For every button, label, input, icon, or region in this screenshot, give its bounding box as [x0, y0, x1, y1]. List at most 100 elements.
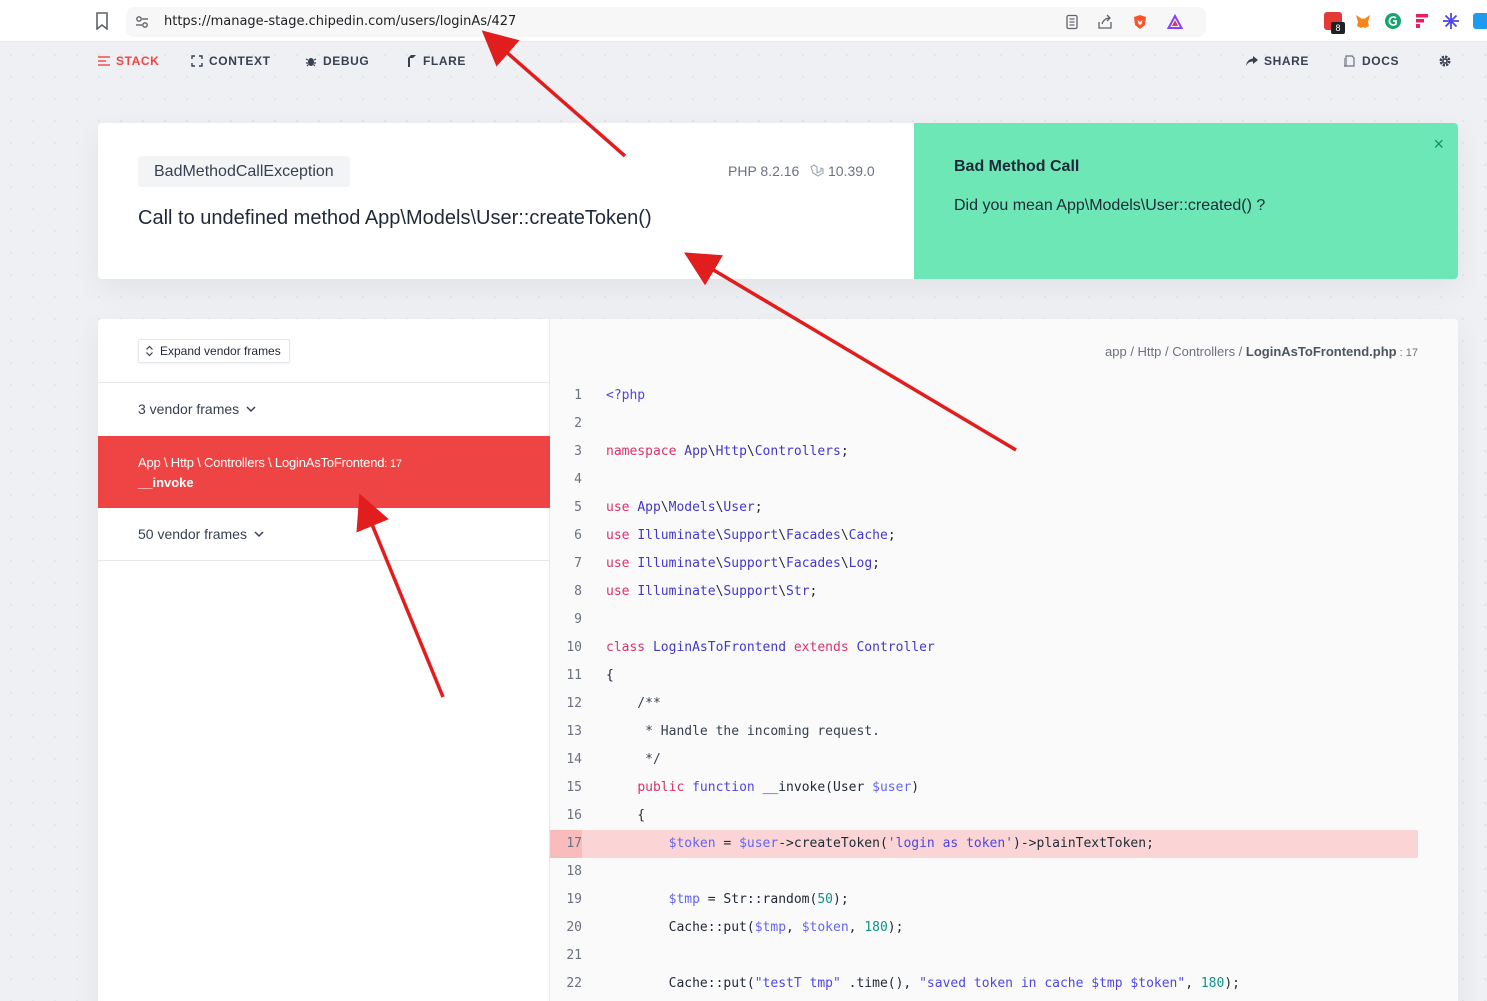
docs-button[interactable]: DOCS: [1344, 54, 1399, 68]
share-label: SHARE: [1264, 54, 1310, 68]
line-number[interactable]: 22: [550, 970, 582, 998]
share-button[interactable]: SHARE: [1246, 54, 1309, 68]
context-icon: [191, 55, 203, 67]
line-code: Cache::put($tmp, $token, 180);: [606, 920, 904, 935]
line-number[interactable]: 20: [550, 914, 582, 942]
line-number[interactable]: 17: [550, 830, 582, 858]
line-number[interactable]: 9: [550, 606, 582, 634]
line-number[interactable]: 8: [550, 578, 582, 606]
address-bar[interactable]: https://manage-stage.chipedin.com/users/…: [126, 7, 1206, 37]
code-line-highlighted[interactable]: 17 $token = $user->createToken('login as…: [550, 830, 1418, 858]
line-number[interactable]: 11: [550, 662, 582, 690]
line-number[interactable]: 3: [550, 438, 582, 466]
code-line[interactable]: 14 */: [550, 746, 1418, 774]
line-code: * Handle the incoming request.: [606, 724, 880, 739]
code-line[interactable]: 3 namespace App\Http\Controllers;: [550, 438, 1418, 466]
exception-class-badge[interactable]: BadMethodCallException: [138, 156, 350, 187]
line-number[interactable]: 19: [550, 886, 582, 914]
brave-rewards-icon[interactable]: [1167, 14, 1183, 30]
vendor-frames-group[interactable]: 50 vendor frames: [138, 526, 265, 542]
line-number[interactable]: 15: [550, 774, 582, 802]
vendor-frames-group[interactable]: 3 vendor frames: [138, 401, 257, 417]
line-number[interactable]: 2: [550, 410, 582, 438]
code-line[interactable]: 11 {: [550, 662, 1418, 690]
expand-vendor-frames-button[interactable]: Expand vendor frames: [138, 339, 290, 363]
line-code: $tmp = Str::random(50);: [668, 892, 849, 907]
bookmark-icon[interactable]: [95, 12, 109, 30]
extension-blue-icon[interactable]: [1472, 12, 1487, 30]
divider: [98, 560, 550, 561]
share-page-icon[interactable]: [1097, 14, 1113, 30]
close-icon[interactable]: ×: [1433, 134, 1444, 155]
laravel-icon: [810, 164, 824, 177]
exception-header: BadMethodCallException PHP 8.2.16 10.39.…: [98, 123, 1458, 279]
tab-flare[interactable]: FLARE: [405, 54, 466, 68]
code-line[interactable]: 18: [550, 858, 1418, 886]
docs-icon: [1344, 55, 1355, 67]
brave-shield-icon[interactable]: [1132, 14, 1148, 30]
line-number[interactable]: 7: [550, 550, 582, 578]
line-number[interactable]: 4: [550, 466, 582, 494]
line-number[interactable]: 10: [550, 634, 582, 662]
code-line[interactable]: 16 {: [550, 802, 1418, 830]
line-number[interactable]: 5: [550, 494, 582, 522]
code-line[interactable]: 20 Cache::put($tmp, $token, 180);: [550, 914, 1418, 942]
share-icon: [1246, 56, 1258, 66]
tab-context[interactable]: CONTEXT: [191, 54, 271, 68]
tab-debug[interactable]: DEBUG: [305, 54, 369, 68]
code-line[interactable]: 15 public function __invoke(User $user): [550, 774, 1418, 802]
line-number[interactable]: 16: [550, 802, 582, 830]
line-number[interactable]: 1: [550, 382, 582, 410]
settings-button[interactable]: [1438, 54, 1452, 68]
line-number[interactable]: 14: [550, 746, 582, 774]
code-line[interactable]: 21: [550, 942, 1418, 970]
figma-icon[interactable]: [1413, 12, 1431, 30]
line-code: class LoginAsToFrontend extends Controll…: [606, 640, 935, 655]
code-line[interactable]: 1 <?php: [550, 382, 1418, 410]
line-number[interactable]: 6: [550, 522, 582, 550]
code-line[interactable]: 6 use Illuminate\Support\Facades\Cache;: [550, 522, 1418, 550]
code-line[interactable]: 13 * Handle the incoming request.: [550, 718, 1418, 746]
flare-icon: [408, 55, 416, 67]
expand-arrows-icon: [146, 345, 153, 357]
line-number[interactable]: 21: [550, 942, 582, 970]
chevron-down-icon: [254, 531, 264, 538]
laravel-version-text: 10.39.0: [828, 163, 875, 179]
code-line[interactable]: 22 Cache::put("testT tmp" .time(), "save…: [550, 970, 1418, 998]
file-path[interactable]: app / Http / Controllers / LoginAsToFron…: [1105, 344, 1418, 359]
code-line[interactable]: 10 class LoginAsToFrontend extends Contro…: [550, 634, 1418, 662]
line-code: use Illuminate\Support\Facades\Cache;: [606, 528, 896, 543]
code-line[interactable]: 5 use App\Models\User;: [550, 494, 1418, 522]
frame-method-name: __invoke: [138, 475, 194, 490]
solution-panel: Bad Method Call Did you mean App\Models\…: [914, 123, 1458, 279]
vendor-frames-label: 50 vendor frames: [138, 526, 247, 542]
line-number[interactable]: 13: [550, 718, 582, 746]
divider: [98, 382, 550, 383]
code-line[interactable]: 9: [550, 606, 1418, 634]
code-line[interactable]: 2: [550, 410, 1418, 438]
metamask-icon[interactable]: [1354, 12, 1372, 30]
line-code: use App\Models\User;: [606, 500, 763, 515]
laravel-version: 10.39.0: [810, 163, 875, 179]
url-text[interactable]: https://manage-stage.chipedin.com/users/…: [164, 14, 516, 29]
grammarly-icon[interactable]: [1384, 12, 1402, 30]
vendor-frames-label: 3 vendor frames: [138, 401, 240, 417]
bug-icon: [305, 58, 317, 67]
code-line[interactable]: 12 /**: [550, 690, 1418, 718]
code-line[interactable]: 8 use Illuminate\Support\Str;: [550, 578, 1418, 606]
line-number[interactable]: 12: [550, 690, 582, 718]
site-settings-icon[interactable]: [135, 15, 149, 29]
sparkle-extension-icon[interactable]: [1442, 12, 1460, 30]
line-code: use Illuminate\Support\Facades\Log;: [606, 556, 880, 571]
code-line[interactable]: 4: [550, 466, 1418, 494]
line-code: {: [606, 668, 614, 683]
line-number[interactable]: 18: [550, 858, 582, 886]
reader-mode-icon[interactable]: [1064, 14, 1080, 30]
active-stack-frame[interactable]: App \ Http \ Controllers \ LoginAsToFron…: [98, 436, 550, 508]
tab-stack[interactable]: STACK: [98, 54, 159, 68]
line-code: use Illuminate\Support\Str;: [606, 584, 818, 599]
solution-text: Did you mean App\Models\User::created() …: [954, 197, 1266, 214]
code-line[interactable]: 19 $tmp = Str::random(50);: [550, 886, 1418, 914]
frame-class-name: App \ Http \ Controllers \ LoginAsToFron…: [138, 455, 402, 470]
code-line[interactable]: 7 use Illuminate\Support\Facades\Log;: [550, 550, 1418, 578]
